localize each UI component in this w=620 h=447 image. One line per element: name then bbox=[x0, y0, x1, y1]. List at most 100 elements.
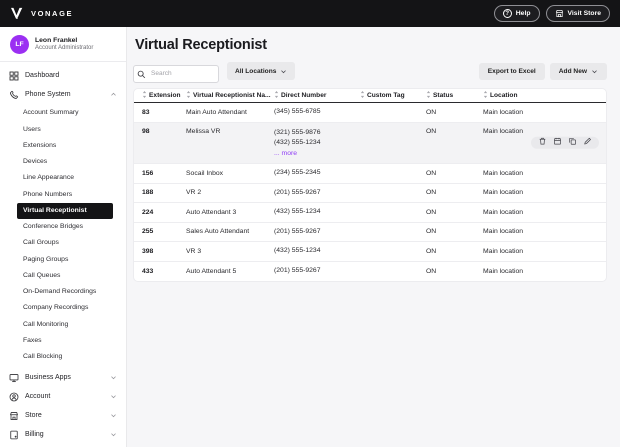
visit-store-button[interactable]: Visit Store bbox=[546, 5, 611, 22]
table-row-extension-83[interactable]: 83Main Auto Attendant(345) 555-6785ONMai… bbox=[134, 103, 606, 123]
sidebar-item-users[interactable]: Users bbox=[0, 121, 126, 137]
sidebar-item-billing[interactable]: Billing bbox=[0, 425, 126, 444]
cell-receptionist-name: Auto Attendant 5 bbox=[186, 268, 274, 275]
table-row-extension-398[interactable]: 398VR 3(432) 555-1234ONMain location bbox=[134, 242, 606, 262]
sort-arrows-icon bbox=[186, 90, 191, 101]
direct-number: (201) 555-9267 bbox=[274, 266, 360, 277]
sidebar-item-label: Dashboard bbox=[25, 72, 59, 79]
sidebar-item-faxes[interactable]: Faxes bbox=[0, 333, 126, 349]
toolbar: All Locations Export to Excel Add New bbox=[133, 62, 607, 80]
table-row-extension-156[interactable]: 156Socail Inbox(234) 555-2345ONMain loca… bbox=[134, 164, 606, 184]
vonage-logo: VONAGE bbox=[10, 7, 73, 20]
table-row-extension-255[interactable]: 255Sales Auto Attendant(201) 555-9267ONM… bbox=[134, 223, 606, 243]
user-name: Leon Frankel bbox=[35, 36, 93, 45]
chevron-up-icon bbox=[110, 91, 117, 98]
column-header-virtual-receptionist-na[interactable]: Virtual Receptionist Na... bbox=[186, 90, 274, 101]
page-title: Virtual Receptionist bbox=[133, 37, 607, 53]
cell-status: ON bbox=[426, 189, 483, 196]
sidebar-item-call-blocking[interactable]: Call Blocking bbox=[0, 349, 126, 365]
sidebar-item-extensions[interactable]: Extensions bbox=[0, 138, 126, 154]
delete-icon[interactable] bbox=[538, 137, 547, 146]
sidebar-item-phone-numbers[interactable]: Phone Numbers bbox=[0, 186, 126, 202]
cell-extension: 188 bbox=[134, 189, 186, 196]
sidebar-item-paging-groups[interactable]: Paging Groups bbox=[0, 251, 126, 267]
cell-direct-number: (201) 555-9267 bbox=[274, 266, 360, 277]
more-numbers-link[interactable]: ... more bbox=[274, 149, 360, 160]
cell-extension: 98 bbox=[134, 128, 186, 135]
chevron-down-icon bbox=[110, 393, 117, 400]
cell-receptionist-name: Melissa VR bbox=[186, 128, 274, 135]
sidebar-item-call-queues[interactable]: Call Queues bbox=[0, 268, 126, 284]
monitor-icon bbox=[9, 373, 19, 383]
search-icon bbox=[137, 66, 146, 84]
copy-icon[interactable] bbox=[568, 137, 577, 146]
add-new-button[interactable]: Add New bbox=[550, 63, 607, 80]
chevron-down-icon bbox=[110, 374, 117, 381]
locations-filter-button[interactable]: All Locations bbox=[227, 62, 295, 80]
help-button[interactable]: Help bbox=[494, 5, 540, 22]
cell-receptionist-name: Main Auto Attendant bbox=[186, 109, 274, 116]
cell-location: Main location bbox=[483, 209, 606, 216]
cell-status: ON bbox=[426, 109, 483, 116]
phone-icon bbox=[9, 90, 19, 100]
sidebar-item-account-summary[interactable]: Account Summary bbox=[0, 105, 126, 121]
column-header-custom-tag[interactable]: Custom Tag bbox=[360, 90, 426, 101]
cell-status: ON bbox=[426, 209, 483, 216]
sidebar-item-phone-system[interactable]: Phone System bbox=[0, 85, 126, 104]
user-role: Account Administrator bbox=[35, 45, 93, 53]
column-header-status[interactable]: Status bbox=[426, 90, 483, 101]
table-row-extension-224[interactable]: 224Auto Attendant 3(432) 555-1234ONMain … bbox=[134, 203, 606, 223]
cell-receptionist-name: VR 3 bbox=[186, 248, 274, 255]
sidebar-item-line-appearance[interactable]: Line Appearance bbox=[0, 170, 126, 186]
direct-number: (201) 555-9267 bbox=[274, 227, 360, 238]
sort-arrows-icon bbox=[274, 90, 279, 101]
cell-receptionist-name: Auto Attendant 3 bbox=[186, 209, 274, 216]
cell-direct-number: (321) 555-9876(432) 555-1234... more bbox=[274, 128, 360, 160]
question-circle-icon bbox=[503, 9, 512, 18]
sidebar-item-call-groups[interactable]: Call Groups bbox=[0, 235, 126, 251]
sidebar-item-on-demand-recordings[interactable]: On-Demand Recordings bbox=[0, 284, 126, 300]
sidebar-item-call-monitoring[interactable]: Call Monitoring bbox=[0, 316, 126, 332]
sidebar-item-dashboard[interactable]: Dashboard bbox=[0, 66, 126, 85]
export-label: Export to Excel bbox=[488, 68, 536, 75]
cell-receptionist-name: Sales Auto Attendant bbox=[186, 228, 274, 235]
cell-extension: 398 bbox=[134, 248, 186, 255]
column-header-location[interactable]: Location bbox=[483, 90, 606, 101]
direct-number: (234) 555-2345 bbox=[274, 168, 360, 179]
direct-number: (432) 555-1234 bbox=[274, 246, 360, 257]
sidebar-item-business-apps[interactable]: Business Apps bbox=[0, 368, 126, 387]
cell-status: ON bbox=[426, 170, 483, 177]
cell-direct-number: (345) 555-6785 bbox=[274, 107, 360, 118]
sidebar-item-conference-bridges[interactable]: Conference Bridges bbox=[0, 219, 126, 235]
sidebar-item-label: Business Apps bbox=[25, 374, 71, 381]
column-header-extension[interactable]: Extension bbox=[134, 90, 186, 101]
chevron-down-icon bbox=[110, 431, 117, 438]
sidebar-item-account[interactable]: Account bbox=[0, 387, 126, 406]
table-row-extension-98[interactable]: 98Melissa VR(321) 555-9876(432) 555-1234… bbox=[134, 123, 606, 165]
chevron-down-icon bbox=[280, 68, 287, 75]
export-to-excel-button[interactable]: Export to Excel bbox=[479, 63, 545, 80]
sidebar-item-store[interactable]: Store bbox=[0, 406, 126, 425]
column-header-direct-number[interactable]: Direct Number bbox=[274, 90, 360, 101]
table-row-extension-188[interactable]: 188VR 2(201) 555-9267ONMain location bbox=[134, 184, 606, 204]
phone-system-submenu: Account SummaryUsersExtensionsDevicesLin… bbox=[0, 105, 126, 365]
billing-doc-icon bbox=[9, 430, 19, 440]
main-content: Virtual Receptionist All Locations Expor… bbox=[127, 27, 620, 447]
cell-location: Main location bbox=[483, 109, 606, 116]
table-row-extension-433[interactable]: 433Auto Attendant 5(201) 555-9267ONMain … bbox=[134, 262, 606, 282]
top-bar: VONAGE Help Visit Store bbox=[0, 0, 620, 27]
direct-number: (432) 555-1234 bbox=[274, 138, 360, 149]
sidebar-item-devices[interactable]: Devices bbox=[0, 154, 126, 170]
edit-icon[interactable] bbox=[583, 137, 592, 146]
sidebar-item-label: Account bbox=[25, 393, 50, 400]
receptionist-table: ExtensionVirtual Receptionist Na...Direc… bbox=[133, 88, 607, 282]
sidebar-item-virtual-receptionist[interactable]: Virtual Receptionist bbox=[17, 203, 113, 219]
row-actions bbox=[531, 137, 599, 150]
help-label: Help bbox=[516, 10, 531, 17]
calendar-icon[interactable] bbox=[553, 137, 562, 146]
cell-receptionist-name: Socail Inbox bbox=[186, 170, 274, 177]
user-profile[interactable]: LF Leon Frankel Account Administrator bbox=[0, 32, 126, 61]
person-circle-icon bbox=[9, 392, 19, 402]
sort-arrows-icon bbox=[360, 90, 365, 101]
sidebar-item-company-recordings[interactable]: Company Recordings bbox=[0, 300, 126, 316]
